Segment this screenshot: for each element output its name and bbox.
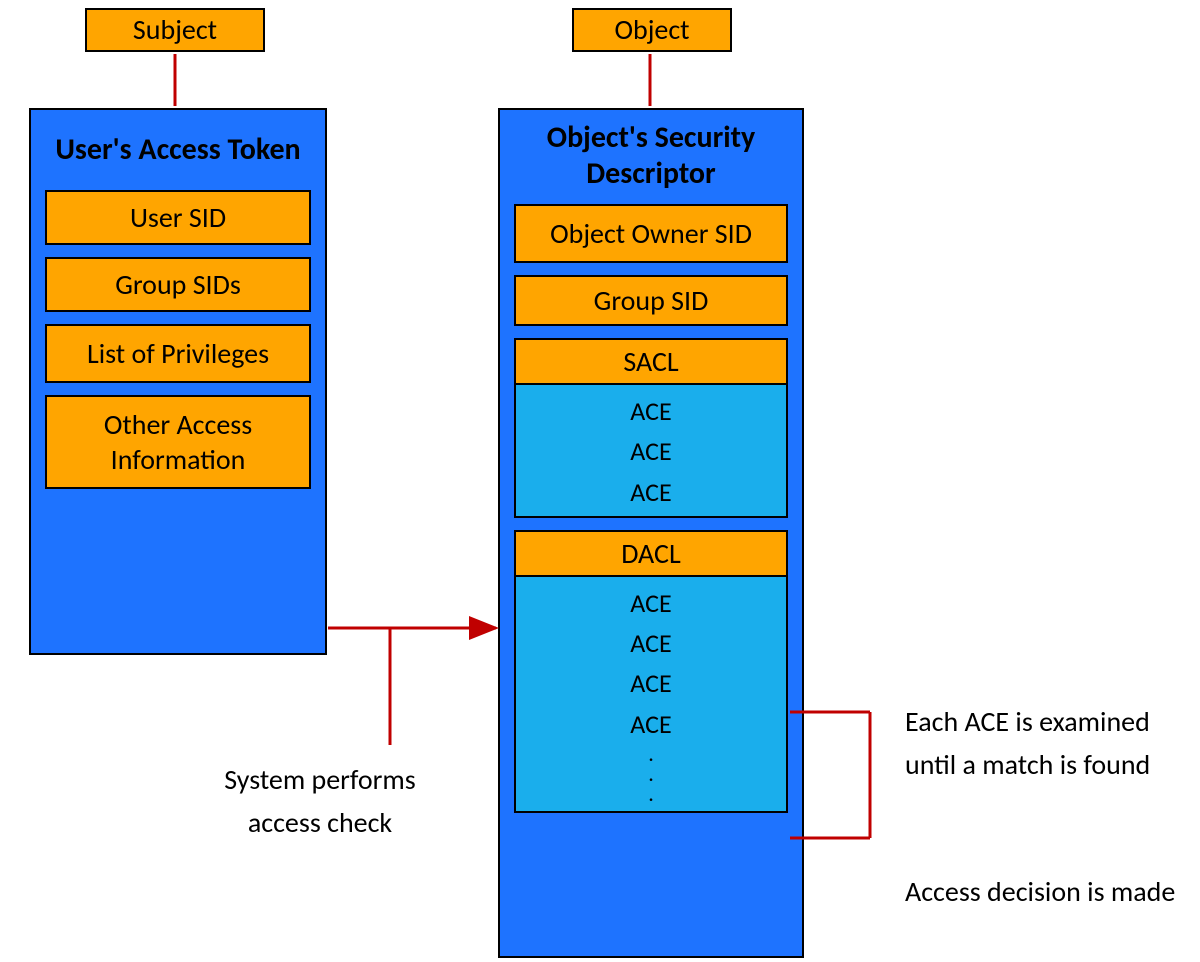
access-check-caption: System performs access check bbox=[215, 758, 425, 845]
access-token-title: User's Access Token bbox=[31, 110, 325, 190]
dacl-dot-2: . bbox=[516, 784, 786, 804]
user-sid-box: User SID bbox=[45, 190, 311, 245]
sacl-ace-0: ACE bbox=[516, 391, 786, 431]
decision-caption: Access decision is made bbox=[905, 870, 1185, 913]
group-sids-label: Group SIDs bbox=[115, 267, 241, 302]
sacl-group: SACL ACE ACE ACE bbox=[514, 338, 788, 518]
sacl-header: SACL bbox=[516, 340, 786, 385]
examined-caption: Each ACE is examined until a match is fo… bbox=[905, 700, 1195, 787]
dacl-header: DACL bbox=[516, 532, 786, 577]
owner-sid-box: Object Owner SID bbox=[514, 204, 788, 263]
dacl-ace-1: ACE bbox=[516, 623, 786, 663]
user-sid-label: User SID bbox=[130, 200, 226, 235]
group-sid-box: Group SID bbox=[514, 275, 788, 326]
group-sid-label: Group SID bbox=[594, 283, 709, 318]
object-box: Object bbox=[572, 8, 732, 52]
privileges-label: List of Privileges bbox=[87, 336, 269, 371]
privileges-box: List of Privileges bbox=[45, 324, 311, 383]
other-access-label: Other Access Information bbox=[104, 407, 252, 477]
dacl-body: ACE ACE ACE ACE . . . bbox=[516, 577, 786, 812]
other-access-box: Other Access Information bbox=[45, 395, 311, 489]
access-check-text: System performs access check bbox=[224, 762, 416, 840]
sacl-body: ACE ACE ACE bbox=[516, 385, 786, 516]
sacl-ace-1: ACE bbox=[516, 431, 786, 471]
group-sids-box: Group SIDs bbox=[45, 257, 311, 312]
decision-text: Access decision is made bbox=[905, 874, 1175, 909]
sacl-ace-2: ACE bbox=[516, 472, 786, 512]
owner-sid-label: Object Owner SID bbox=[550, 216, 752, 251]
dacl-ace-2: ACE bbox=[516, 663, 786, 703]
dacl-ace-0: ACE bbox=[516, 583, 786, 623]
examined-text: Each ACE is examined until a match is fo… bbox=[905, 704, 1150, 782]
subject-box: Subject bbox=[85, 8, 265, 52]
dacl-group: DACL ACE ACE ACE ACE . . . bbox=[514, 530, 788, 814]
security-descriptor-title: Object's Security Descriptor bbox=[500, 110, 802, 204]
object-label: Object bbox=[614, 13, 689, 47]
dacl-ace-3: ACE bbox=[516, 704, 786, 744]
access-token-container: User's Access Token User SID Group SIDs … bbox=[29, 108, 327, 655]
security-descriptor-container: Object's Security Descriptor Object Owne… bbox=[498, 108, 804, 958]
subject-label: Subject bbox=[133, 13, 217, 47]
